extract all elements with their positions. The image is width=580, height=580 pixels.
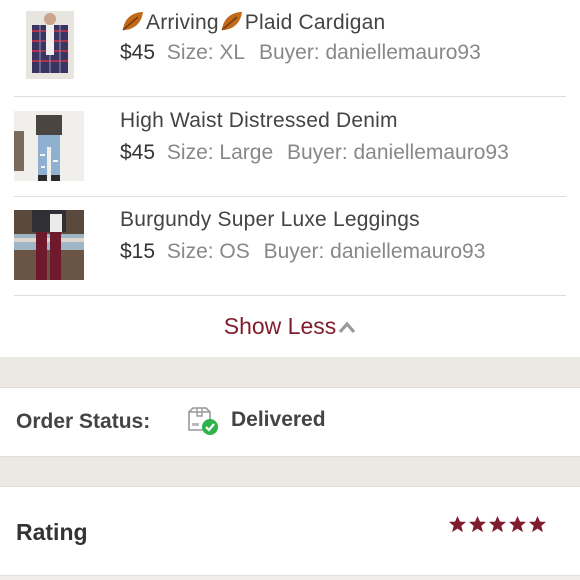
show-less-label: Show Less	[223, 313, 337, 339]
item-title[interactable]: Arriving Plaid Cardigan	[120, 9, 385, 35]
item-price: $45	[120, 141, 156, 164]
rating-row: Rating	[0, 486, 580, 576]
page-background-mid	[0, 457, 580, 486]
star-icon	[488, 515, 507, 533]
item-buyer[interactable]: Buyer: daniellemauro93	[264, 240, 486, 263]
list-item[interactable]: High Waist Distressed Denim $45 Size: La…	[14, 97, 566, 197]
item-size: Size: Large	[166, 141, 274, 164]
product-thumbnail[interactable]	[14, 111, 84, 181]
item-meta: $15 Size: OS Buyer: daniellemauro93	[120, 240, 485, 264]
star-icon	[528, 515, 547, 533]
item-size: Size: XL	[166, 41, 246, 64]
rating-stars	[448, 515, 548, 539]
item-title-text-a: Arriving	[146, 11, 219, 34]
star-icon	[508, 515, 527, 533]
list-item[interactable]: Burgundy Super Luxe Leggings $15 Size: O…	[14, 196, 566, 296]
order-status-row: Order Status: Delivered	[0, 387, 580, 457]
item-title-text-b: Plaid Cardigan	[244, 11, 386, 34]
item-buyer[interactable]: Buyer: daniellemauro93	[287, 141, 509, 164]
item-title[interactable]: Burgundy Super Luxe Leggings	[120, 208, 420, 232]
rating-label: Rating	[16, 519, 88, 545]
autumn-leaf-icon	[221, 12, 242, 31]
product-thumbnail[interactable]	[14, 210, 84, 280]
item-title[interactable]: High Waist Distressed Denim	[120, 109, 398, 133]
order-status-label: Order Status:	[16, 410, 151, 433]
order-items-card: Arriving Plaid Cardigan $45 Size: XL Buy…	[0, 0, 580, 357]
autumn-leaf-icon	[122, 12, 143, 31]
item-size: Size: OS	[166, 240, 250, 263]
list-item[interactable]: Arriving Plaid Cardigan $45 Size: XL Buy…	[14, 0, 566, 97]
item-price: $15	[120, 240, 156, 263]
item-buyer[interactable]: Buyer: daniellemauro93	[259, 41, 481, 64]
star-icon	[448, 515, 467, 533]
show-less-button[interactable]: Show Less	[0, 296, 580, 356]
chevron-up-icon	[339, 321, 356, 334]
item-meta: $45 Size: Large Buyer: daniellemauro93	[120, 141, 509, 165]
item-price: $45	[120, 41, 156, 64]
order-status-value: Delivered	[231, 408, 326, 431]
star-icon	[468, 515, 487, 533]
page-background-top	[0, 357, 580, 387]
product-thumbnail[interactable]	[26, 11, 96, 81]
package-delivered-icon	[188, 407, 218, 435]
item-meta: $45 Size: XL Buyer: daniellemauro93	[120, 41, 481, 65]
